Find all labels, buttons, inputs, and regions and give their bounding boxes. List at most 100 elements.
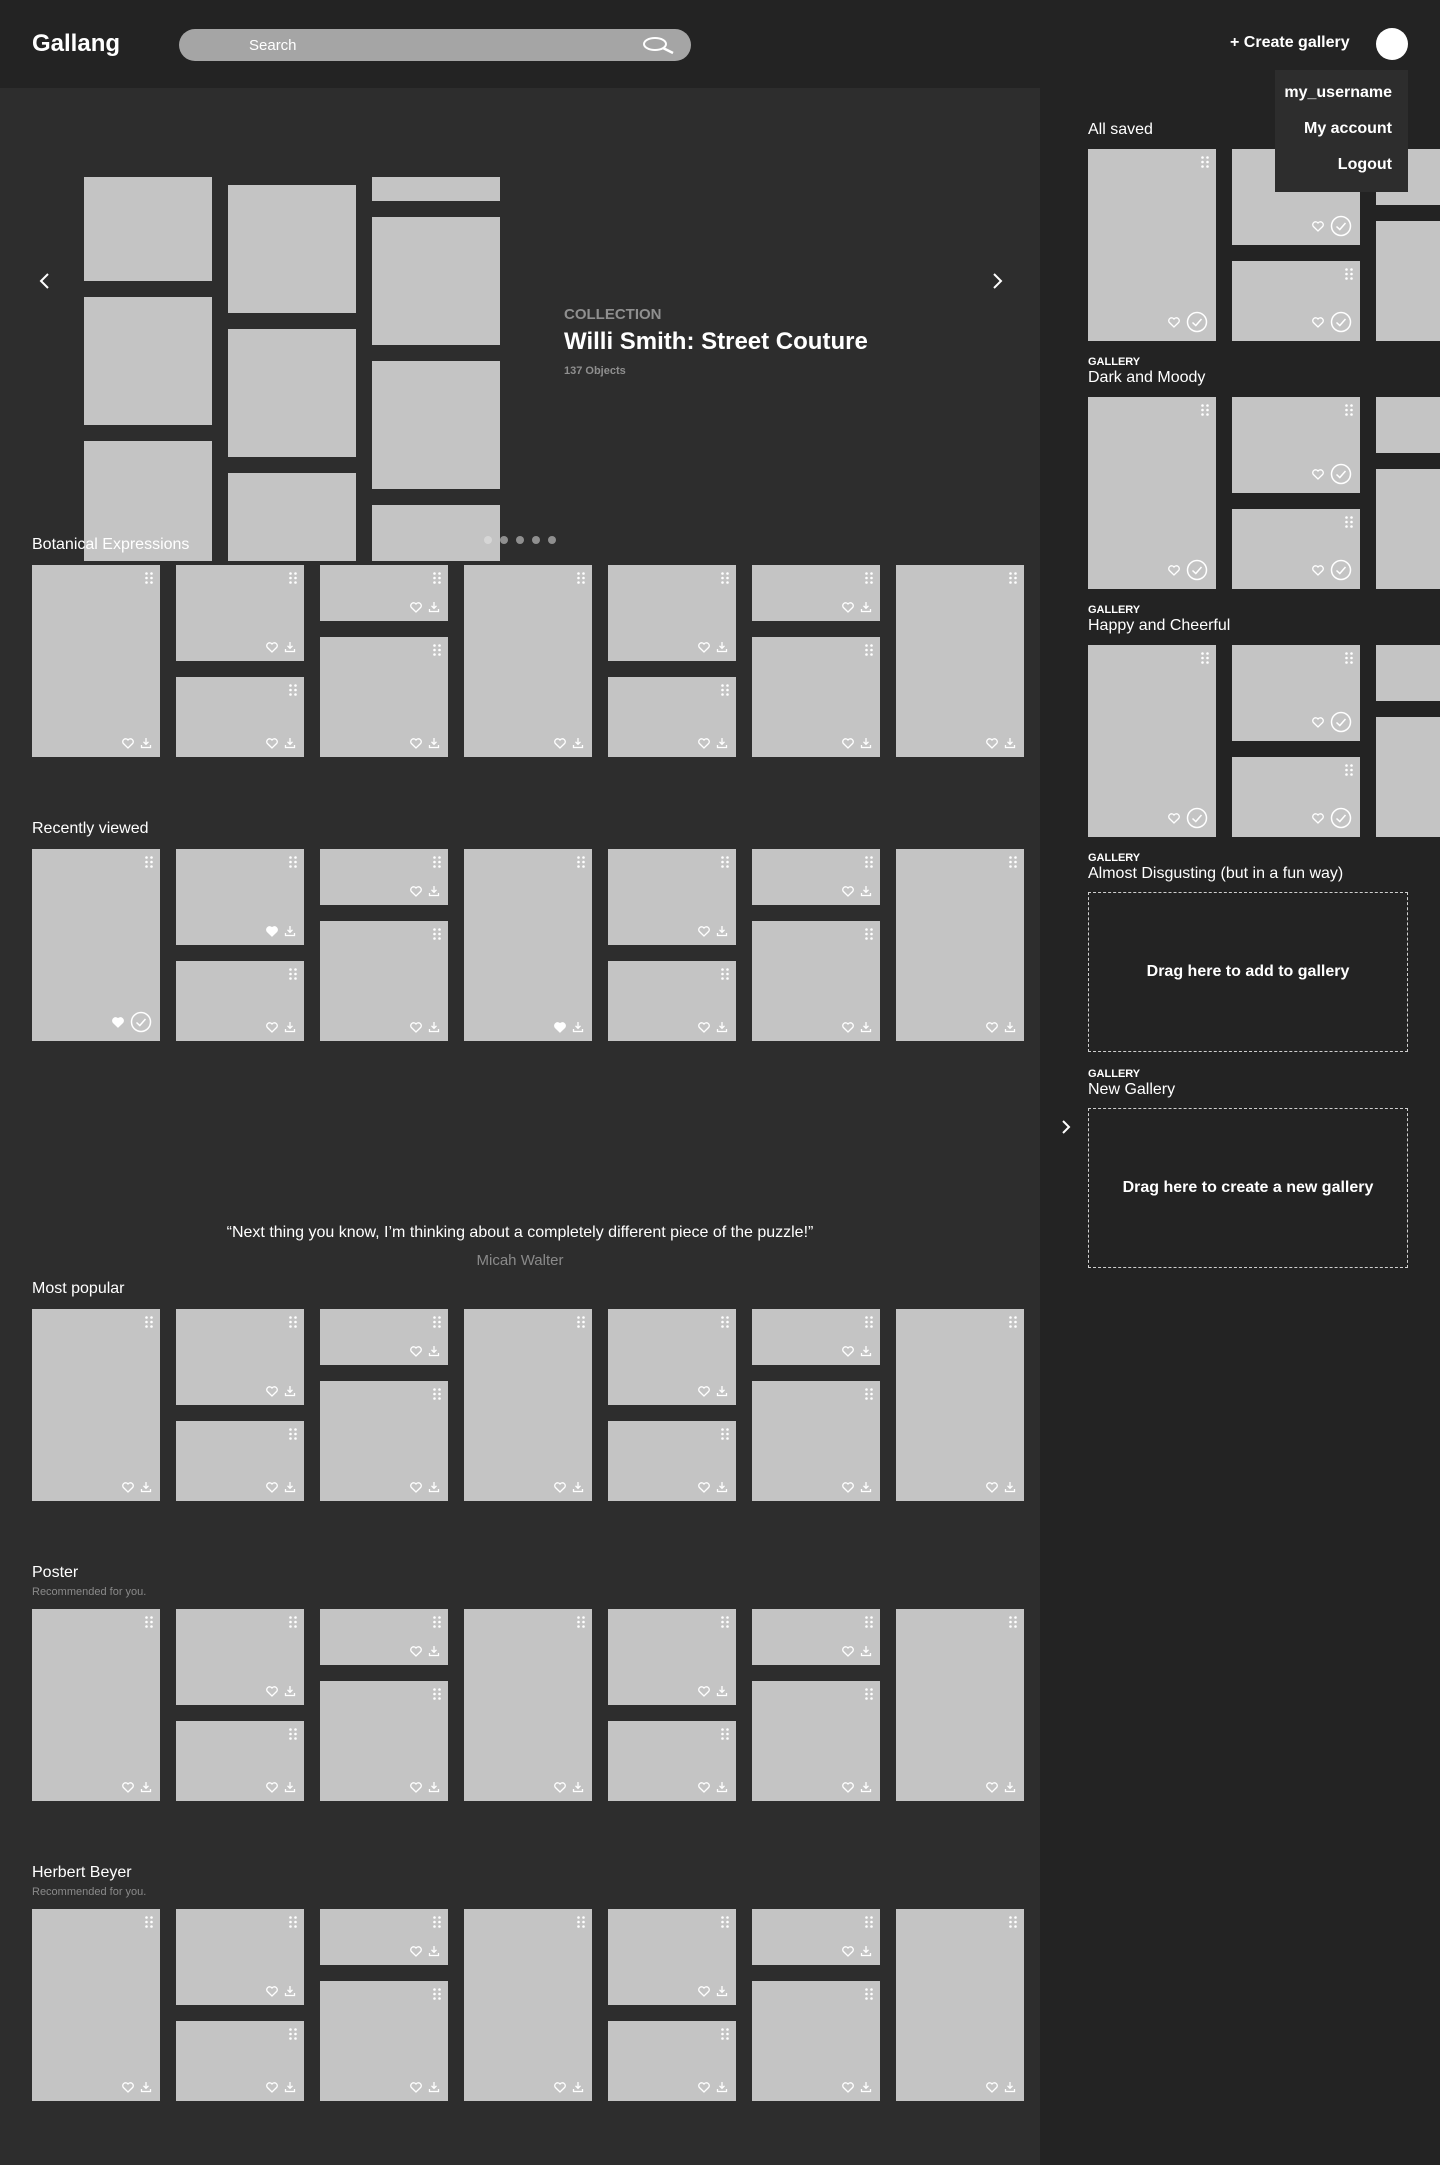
- artwork-tile[interactable]: [1088, 645, 1216, 837]
- download-icon[interactable]: [572, 1781, 584, 1793]
- download-icon[interactable]: [428, 737, 440, 749]
- artwork-tile[interactable]: [320, 565, 448, 621]
- heart-icon[interactable]: [410, 601, 422, 613]
- drag-handle-icon[interactable]: [865, 1915, 874, 1928]
- download-icon[interactable]: [428, 1781, 440, 1793]
- artwork-tile[interactable]: [320, 921, 448, 1041]
- saved-check-icon[interactable]: [1330, 311, 1352, 333]
- artwork-tile[interactable]: [608, 961, 736, 1041]
- hero-artwork-tile[interactable]: [228, 473, 356, 561]
- drag-handle-icon[interactable]: [1009, 855, 1018, 868]
- heart-icon[interactable]: [842, 885, 854, 897]
- artwork-tile[interactable]: [176, 1309, 304, 1405]
- artwork-tile[interactable]: [752, 921, 880, 1041]
- artwork-tile[interactable]: [320, 1681, 448, 1801]
- download-icon[interactable]: [572, 1481, 584, 1493]
- download-icon[interactable]: [860, 1021, 872, 1033]
- heart-icon[interactable]: [842, 1481, 854, 1493]
- download-icon[interactable]: [140, 1481, 152, 1493]
- download-icon[interactable]: [716, 1385, 728, 1397]
- drag-handle-icon[interactable]: [433, 855, 442, 868]
- download-icon[interactable]: [572, 2081, 584, 2093]
- artwork-tile[interactable]: [320, 1909, 448, 1965]
- heart-icon[interactable]: [1168, 812, 1180, 824]
- artwork-tile[interactable]: [608, 677, 736, 757]
- drag-handle-icon[interactable]: [145, 1915, 154, 1928]
- drag-handle-icon[interactable]: [1009, 1915, 1018, 1928]
- heart-icon[interactable]: [554, 2081, 566, 2093]
- drag-handle-icon[interactable]: [433, 1387, 442, 1400]
- artwork-tile[interactable]: [608, 565, 736, 661]
- artwork-tile[interactable]: [608, 1421, 736, 1501]
- artwork-tile[interactable]: [32, 1309, 160, 1501]
- heart-icon[interactable]: [410, 1481, 422, 1493]
- heart-icon[interactable]: [266, 1481, 278, 1493]
- artwork-tile[interactable]: [752, 1981, 880, 2101]
- drag-handle-icon[interactable]: [1345, 267, 1354, 280]
- carousel-prev-icon[interactable]: [30, 266, 60, 296]
- carousel-dot[interactable]: [500, 536, 508, 544]
- heart-icon[interactable]: [698, 1481, 710, 1493]
- artwork-tile[interactable]: [32, 849, 160, 1041]
- artwork-tile[interactable]: [176, 961, 304, 1041]
- drag-handle-icon[interactable]: [289, 967, 298, 980]
- artwork-tile[interactable]: [1376, 717, 1440, 837]
- download-icon[interactable]: [716, 1021, 728, 1033]
- download-icon[interactable]: [284, 1481, 296, 1493]
- heart-icon[interactable]: [698, 1385, 710, 1397]
- download-icon[interactable]: [860, 1345, 872, 1357]
- heart-icon[interactable]: [986, 1481, 998, 1493]
- artwork-tile[interactable]: [320, 637, 448, 757]
- heart-icon[interactable]: [1312, 564, 1324, 576]
- download-icon[interactable]: [428, 1945, 440, 1957]
- drag-handle-icon[interactable]: [1009, 1315, 1018, 1328]
- drag-handle-icon[interactable]: [721, 1315, 730, 1328]
- heart-icon[interactable]: [698, 1021, 710, 1033]
- heart-icon[interactable]: [554, 1781, 566, 1793]
- download-icon[interactable]: [428, 1345, 440, 1357]
- drag-handle-icon[interactable]: [433, 643, 442, 656]
- artwork-tile[interactable]: [1376, 397, 1440, 453]
- artwork-tile[interactable]: [896, 1309, 1024, 1501]
- hero-title[interactable]: Willi Smith: Street Couture: [564, 328, 868, 356]
- artwork-tile[interactable]: [176, 677, 304, 757]
- carousel-dot[interactable]: [484, 536, 492, 544]
- artwork-tile[interactable]: [320, 849, 448, 905]
- download-icon[interactable]: [428, 1645, 440, 1657]
- heart-icon[interactable]: [122, 2081, 134, 2093]
- drag-handle-icon[interactable]: [1201, 651, 1210, 664]
- drag-handle-icon[interactable]: [289, 1915, 298, 1928]
- artwork-tile[interactable]: [752, 1909, 880, 1965]
- artwork-tile[interactable]: [464, 1909, 592, 2101]
- download-icon[interactable]: [860, 1645, 872, 1657]
- hero-artwork-tile[interactable]: [372, 361, 500, 489]
- drag-handle-icon[interactable]: [1345, 763, 1354, 776]
- drag-handle-icon[interactable]: [721, 1615, 730, 1628]
- carousel-dot[interactable]: [516, 536, 524, 544]
- download-icon[interactable]: [140, 1781, 152, 1793]
- heart-icon[interactable]: [410, 885, 422, 897]
- download-icon[interactable]: [284, 1385, 296, 1397]
- heart-icon[interactable]: [1312, 812, 1324, 824]
- saved-check-icon[interactable]: [1330, 807, 1352, 829]
- drag-handle-icon[interactable]: [1345, 651, 1354, 664]
- artwork-tile[interactable]: [320, 1381, 448, 1501]
- saved-check-icon[interactable]: [130, 1011, 152, 1033]
- heart-icon[interactable]: [122, 737, 134, 749]
- drag-handle-icon[interactable]: [289, 1727, 298, 1740]
- download-icon[interactable]: [860, 1945, 872, 1957]
- saved-check-icon[interactable]: [1330, 215, 1352, 237]
- download-icon[interactable]: [140, 2081, 152, 2093]
- heart-icon[interactable]: [986, 2081, 998, 2093]
- drag-handle-icon[interactable]: [433, 1615, 442, 1628]
- heart-icon[interactable]: [986, 737, 998, 749]
- carousel-next-icon[interactable]: [982, 266, 1012, 296]
- artwork-tile[interactable]: [752, 1609, 880, 1665]
- drag-handle-icon[interactable]: [433, 1315, 442, 1328]
- artwork-tile[interactable]: [32, 1909, 160, 2101]
- artwork-tile[interactable]: [32, 1609, 160, 1801]
- carousel-dot[interactable]: [548, 536, 556, 544]
- saved-check-icon[interactable]: [1186, 311, 1208, 333]
- heart-icon[interactable]: [698, 641, 710, 653]
- artwork-tile[interactable]: [320, 1609, 448, 1665]
